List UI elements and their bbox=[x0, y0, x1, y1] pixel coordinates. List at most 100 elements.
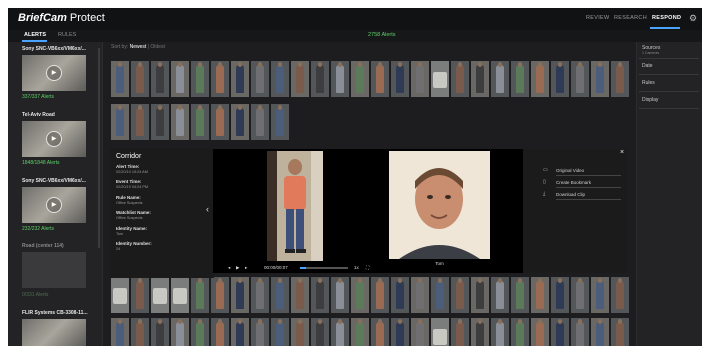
camera-thumbnail[interactable]: ▶ bbox=[22, 121, 86, 157]
alert-thumbnail[interactable] bbox=[130, 317, 150, 346]
camera-thumbnail[interactable] bbox=[22, 319, 86, 346]
alert-thumbnail[interactable] bbox=[410, 317, 430, 346]
alert-thumbnail[interactable] bbox=[470, 60, 490, 98]
alert-thumbnail[interactable] bbox=[170, 60, 190, 98]
alert-thumbnail[interactable] bbox=[250, 276, 270, 314]
skip-back-icon[interactable]: ◂ bbox=[228, 265, 230, 271]
alert-thumbnail[interactable] bbox=[550, 60, 570, 98]
alert-thumbnail[interactable] bbox=[470, 276, 490, 314]
camera-thumbnail[interactable]: ▶ bbox=[22, 55, 86, 91]
alert-thumbnail[interactable] bbox=[210, 60, 230, 98]
filter-date[interactable]: Date bbox=[642, 63, 653, 69]
alert-thumbnail[interactable] bbox=[310, 60, 330, 98]
camera-name[interactable]: FLIR Systems CB-3308-11... bbox=[22, 310, 88, 316]
alert-thumbnail[interactable] bbox=[270, 317, 290, 346]
alert-thumbnail[interactable] bbox=[250, 103, 270, 141]
camera-thumbnail[interactable]: ▶ bbox=[22, 187, 86, 223]
nav-research[interactable]: RESEARCH bbox=[614, 15, 647, 21]
alert-thumbnail[interactable] bbox=[210, 103, 230, 141]
download-clip-button[interactable]: Download Clip bbox=[556, 192, 585, 197]
alert-thumbnail[interactable] bbox=[230, 276, 250, 314]
alert-thumbnail[interactable] bbox=[150, 317, 170, 346]
chevron-left-icon[interactable]: ‹ bbox=[206, 204, 209, 214]
alert-thumbnail[interactable] bbox=[450, 276, 470, 314]
alert-thumbnail[interactable] bbox=[610, 60, 630, 98]
alert-thumbnail[interactable] bbox=[410, 60, 430, 98]
camera-name[interactable]: Sony SNC-VB6xx/VM6xx/... bbox=[22, 178, 86, 184]
alert-thumbnail[interactable] bbox=[270, 276, 290, 314]
alert-thumbnail[interactable] bbox=[390, 60, 410, 98]
alert-thumbnail[interactable] bbox=[410, 276, 430, 314]
alert-thumbnail[interactable] bbox=[270, 103, 290, 141]
alert-thumbnail[interactable] bbox=[430, 60, 450, 98]
alert-thumbnail[interactable] bbox=[250, 60, 270, 98]
alert-thumbnail[interactable] bbox=[110, 60, 130, 98]
alert-thumbnail[interactable] bbox=[490, 317, 510, 346]
alert-thumbnail[interactable] bbox=[530, 317, 550, 346]
create-bookmark-button[interactable]: Create Bookmark bbox=[556, 180, 591, 185]
alert-thumbnail[interactable] bbox=[190, 276, 210, 314]
alert-thumbnail[interactable] bbox=[510, 317, 530, 346]
alert-thumbnail[interactable] bbox=[290, 60, 310, 98]
tab-alerts[interactable]: ALERTS bbox=[24, 32, 46, 38]
alert-thumbnail[interactable] bbox=[570, 276, 590, 314]
camera-name[interactable]: Tel-Aviv Road bbox=[22, 112, 55, 118]
alert-thumbnail[interactable] bbox=[530, 60, 550, 98]
play-icon[interactable]: ▶ bbox=[46, 131, 62, 147]
scrollbar[interactable] bbox=[98, 48, 100, 248]
alert-thumbnail[interactable] bbox=[150, 60, 170, 98]
sort-oldest[interactable]: Oldest bbox=[150, 44, 164, 50]
alert-thumbnail[interactable] bbox=[450, 317, 470, 346]
camera-name[interactable]: Road (center 114) bbox=[22, 243, 64, 249]
alert-thumbnail[interactable] bbox=[130, 276, 150, 314]
play-icon[interactable]: ▶ bbox=[46, 65, 62, 81]
alert-thumbnail[interactable] bbox=[210, 317, 230, 346]
alert-thumbnail[interactable] bbox=[350, 60, 370, 98]
close-icon[interactable]: × bbox=[620, 149, 624, 156]
alert-thumbnail[interactable] bbox=[590, 60, 610, 98]
alert-thumbnail[interactable] bbox=[330, 60, 350, 98]
playback-speed[interactable]: 1x bbox=[354, 265, 359, 270]
camera-name[interactable]: Sony SNC-VB6xx/VM6xx/... bbox=[22, 46, 86, 52]
alert-thumbnail[interactable] bbox=[390, 317, 410, 346]
alert-thumbnail[interactable] bbox=[110, 103, 130, 141]
alert-thumbnail[interactable] bbox=[210, 276, 230, 314]
alert-thumbnail[interactable] bbox=[570, 60, 590, 98]
alert-thumbnail[interactable] bbox=[610, 276, 630, 314]
alert-thumbnail[interactable] bbox=[170, 317, 190, 346]
camera-thumbnail[interactable] bbox=[22, 252, 86, 288]
tab-rules[interactable]: RULES bbox=[58, 32, 76, 38]
alert-thumbnail[interactable] bbox=[230, 103, 250, 141]
playback-progress[interactable] bbox=[300, 267, 348, 269]
alert-thumbnail[interactable] bbox=[190, 317, 210, 346]
nav-review[interactable]: REVIEW bbox=[586, 15, 610, 21]
alert-thumbnail[interactable] bbox=[170, 103, 190, 141]
alert-thumbnail[interactable] bbox=[250, 317, 270, 346]
alert-thumbnail[interactable] bbox=[610, 317, 630, 346]
alert-thumbnail[interactable] bbox=[510, 60, 530, 98]
fullscreen-icon[interactable]: ⛶ bbox=[366, 265, 369, 270]
alert-thumbnail[interactable] bbox=[150, 276, 170, 314]
alert-thumbnail[interactable] bbox=[130, 103, 150, 141]
alert-thumbnail[interactable] bbox=[230, 317, 250, 346]
alert-thumbnail[interactable] bbox=[590, 276, 610, 314]
alert-thumbnail[interactable] bbox=[230, 60, 250, 98]
filter-display[interactable]: Display bbox=[642, 97, 658, 103]
original-video-button[interactable]: Original Video bbox=[556, 168, 584, 173]
alert-thumbnail[interactable] bbox=[290, 317, 310, 346]
alert-thumbnail[interactable] bbox=[590, 317, 610, 346]
filter-rules[interactable]: Rules bbox=[642, 80, 655, 86]
sort-newest[interactable]: Newest bbox=[130, 44, 147, 50]
alert-thumbnail[interactable] bbox=[270, 60, 290, 98]
alert-thumbnail[interactable] bbox=[430, 276, 450, 314]
alert-thumbnail[interactable] bbox=[470, 317, 490, 346]
alert-thumbnail[interactable] bbox=[110, 276, 130, 314]
alert-thumbnail[interactable] bbox=[130, 60, 150, 98]
alert-thumbnail[interactable] bbox=[510, 276, 530, 314]
alert-thumbnail[interactable] bbox=[370, 276, 390, 314]
alert-thumbnail[interactable] bbox=[350, 317, 370, 346]
play-icon[interactable]: ▶ bbox=[46, 197, 62, 213]
alert-thumbnail[interactable] bbox=[550, 276, 570, 314]
video-frame[interactable] bbox=[267, 151, 323, 261]
alert-thumbnail[interactable] bbox=[550, 317, 570, 346]
